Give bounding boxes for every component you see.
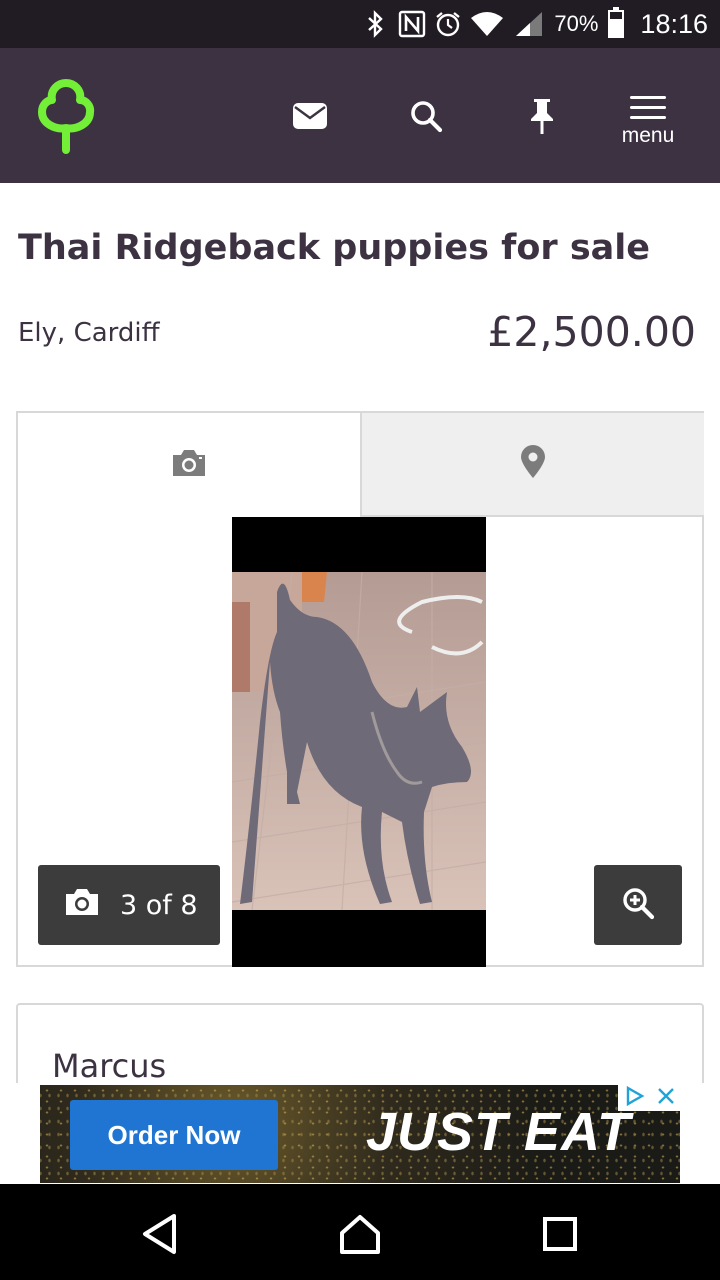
home-icon[interactable]	[330, 1204, 390, 1264]
map-marker-icon	[519, 445, 547, 483]
back-icon[interactable]	[130, 1204, 190, 1264]
dog-photo	[232, 572, 486, 910]
pin-icon[interactable]	[512, 86, 572, 146]
ad-brand: JUST EAT	[366, 1102, 632, 1162]
listing-photo-frame[interactable]	[232, 517, 486, 967]
tab-photos[interactable]	[18, 413, 360, 517]
photo-counter-label: 3 of 8	[120, 889, 198, 921]
adchoices-icon[interactable]	[623, 1085, 647, 1111]
camera-icon	[171, 449, 207, 481]
menu-icon	[630, 96, 666, 119]
ad-choices[interactable]	[618, 1085, 680, 1111]
search-icon[interactable]	[396, 86, 456, 146]
order-now-button[interactable]: Order Now	[70, 1100, 278, 1170]
listing-price: £2,500.00	[487, 308, 696, 356]
menu-button[interactable]: menu	[612, 96, 684, 156]
tab-map[interactable]	[360, 413, 704, 517]
battery-icon	[608, 7, 625, 38]
clock: 18:16	[640, 8, 708, 39]
wifi-icon	[470, 10, 504, 38]
nfc-icon	[398, 10, 426, 38]
site-header: menu	[0, 48, 720, 183]
status-bar: 70% 18:16	[0, 0, 720, 48]
alarm-icon	[434, 10, 461, 38]
recents-icon[interactable]	[530, 1204, 590, 1264]
signal-icon	[514, 10, 544, 38]
camera-icon	[64, 888, 100, 923]
mail-icon[interactable]	[280, 86, 340, 146]
advertisement-banner[interactable]: Order Now JUST EAT	[40, 1085, 680, 1183]
zoom-in-icon	[621, 886, 655, 924]
zoom-button[interactable]	[594, 865, 682, 945]
image-gallery: 3 of 8	[16, 411, 704, 967]
gumtree-logo-icon[interactable]	[34, 78, 98, 154]
listing-title: Thai Ridgeback puppies for sale	[18, 228, 650, 268]
bluetooth-icon	[362, 10, 388, 38]
menu-label: menu	[621, 124, 675, 147]
close-ad-icon[interactable]	[656, 1086, 676, 1110]
battery-percent: 70%	[554, 11, 599, 36]
listing-location: Ely, Cardiff	[18, 318, 160, 348]
system-nav-bar	[0, 1184, 720, 1280]
photo-counter-button[interactable]: 3 of 8	[38, 865, 220, 945]
seller-name: Marcus	[52, 1047, 167, 1085]
